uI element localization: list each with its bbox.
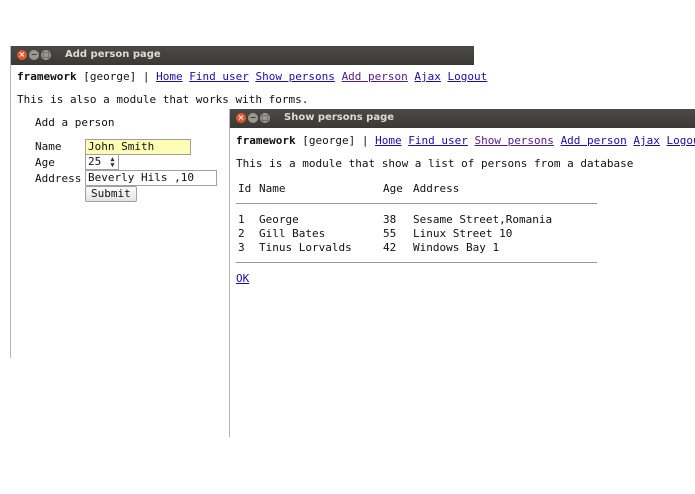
- age-stepper[interactable]: 25 ▲ ▼: [85, 154, 119, 170]
- nav-link-ajax[interactable]: Ajax: [414, 70, 441, 83]
- window-title: Add person page: [65, 49, 161, 60]
- form-heading: Add a person: [35, 116, 115, 129]
- current-user: [george]: [83, 70, 137, 83]
- nav-link-home[interactable]: Home: [156, 70, 183, 83]
- close-icon[interactable]: ×: [236, 113, 246, 123]
- maximize-icon[interactable]: □: [41, 50, 51, 60]
- show-persons-window: × − □ Show persons page framework [georg…: [229, 109, 695, 437]
- cell-address: Sesame Street,Romania: [413, 213, 553, 226]
- address-label: Address: [35, 172, 82, 185]
- table-top-divider: [236, 203, 597, 204]
- cell-id: 1: [238, 213, 245, 226]
- table-bottom-divider: [236, 262, 597, 263]
- nav-separator: |: [361, 134, 369, 147]
- close-icon[interactable]: ×: [17, 50, 27, 60]
- nav-link-find-user[interactable]: Find user: [408, 134, 468, 147]
- window-title: Show persons page: [284, 112, 395, 123]
- column-header-name: Name: [259, 182, 286, 195]
- minimize-icon[interactable]: −: [29, 50, 39, 60]
- minimize-icon[interactable]: −: [248, 113, 258, 123]
- show-persons-titlebar[interactable]: × − □ Show persons page: [230, 109, 695, 128]
- maximize-icon[interactable]: □: [260, 113, 270, 123]
- nav-link-logout[interactable]: Logout: [667, 134, 695, 147]
- column-header-address: Address: [413, 182, 460, 195]
- nav-link-find-user[interactable]: Find user: [189, 70, 249, 83]
- brand-name: framework: [17, 70, 77, 83]
- name-input[interactable]: John Smith: [85, 139, 191, 155]
- age-value: 25: [88, 155, 102, 168]
- nav-separator: |: [142, 70, 150, 83]
- column-header-age: Age: [383, 182, 403, 195]
- nav-link-home[interactable]: Home: [375, 134, 402, 147]
- address-input[interactable]: Beverly Hils ,10: [85, 170, 217, 186]
- nav-bar: framework [george] | Home Find user Show…: [236, 134, 695, 147]
- cell-id: 2: [238, 227, 245, 240]
- stepper-arrows-icon[interactable]: ▲ ▼: [108, 156, 117, 169]
- add-person-titlebar[interactable]: × − □ Add person page: [11, 46, 474, 65]
- column-header-id: Id: [238, 182, 252, 195]
- nav-bar: framework [george] | Home Find user Show…: [17, 70, 487, 83]
- name-label: Name: [35, 140, 62, 153]
- cell-age: 55: [383, 227, 397, 240]
- cell-address: Windows Bay 1: [413, 241, 500, 254]
- brand-name: framework: [236, 134, 296, 147]
- ok-link[interactable]: OK: [236, 272, 249, 285]
- nav-link-show-persons[interactable]: Show persons: [255, 70, 334, 83]
- current-user: [george]: [302, 134, 356, 147]
- nav-link-logout[interactable]: Logout: [448, 70, 488, 83]
- nav-link-show-persons[interactable]: Show persons: [474, 134, 553, 147]
- cell-name: Tinus Lorvalds: [259, 241, 352, 254]
- submit-button[interactable]: Submit: [85, 186, 137, 202]
- cell-address: Linux Street 10: [413, 227, 513, 240]
- age-label: Age: [35, 156, 55, 169]
- cell-age: 42: [383, 241, 397, 254]
- nav-link-add-person[interactable]: Add person: [561, 134, 627, 147]
- cell-name: George: [259, 213, 299, 226]
- cell-id: 3: [238, 241, 245, 254]
- intro-text: This is also a module that works with fo…: [17, 93, 309, 106]
- nav-link-add-person[interactable]: Add person: [342, 70, 408, 83]
- intro-text: This is a module that show a list of per…: [236, 157, 634, 170]
- cell-name: Gill Bates: [259, 227, 326, 240]
- cell-age: 38: [383, 213, 397, 226]
- nav-link-ajax[interactable]: Ajax: [633, 134, 660, 147]
